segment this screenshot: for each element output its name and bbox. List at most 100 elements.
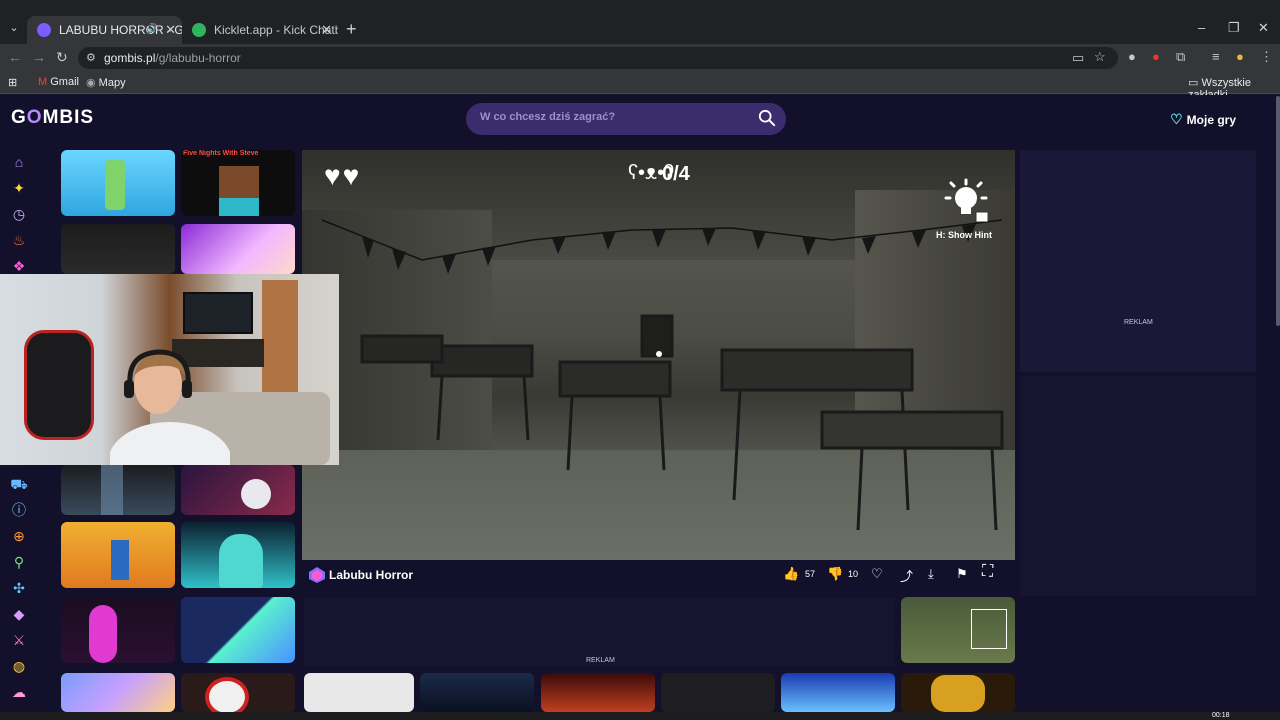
game-thumbnail[interactable] (541, 673, 655, 712)
site-header: GOMBIS ♡Moje gry (0, 95, 1280, 141)
url-path: /g/labubu-horror (155, 51, 241, 65)
category-sword-icon[interactable]: ⚔ (10, 631, 28, 649)
tab-labubu-horror[interactable]: LABUBU HORROR - Graj w 🔊 ✕ (27, 16, 182, 44)
heart-life-icon: ♥ (324, 160, 343, 191)
download-icon[interactable]: ⤓ (928, 566, 934, 582)
thumbnail-art (111, 540, 129, 580)
thumbnail-art (219, 198, 259, 216)
game-thumbnail[interactable] (61, 522, 175, 588)
lightbulb-hint-icon[interactable] (944, 178, 988, 222)
search-input[interactable] (480, 111, 740, 123)
bookmark-star-icon[interactable]: ☆ (1094, 49, 1106, 65)
close-window-icon[interactable]: ✕ (1258, 20, 1269, 36)
site-info-icon[interactable]: ⚙ (86, 51, 96, 64)
game-thumbnail[interactable]: Five Nights With Steve (181, 150, 295, 216)
my-games-link[interactable]: ♡ Moje gry (1170, 111, 1236, 128)
game-canvas[interactable]: ♥♥ ʕ•ᴥ•ʔ 0/4 H: Show Hint (302, 150, 1015, 560)
minimize-icon[interactable]: – (1198, 20, 1205, 35)
menu-kebab-icon[interactable]: ⋮ (1260, 49, 1273, 65)
bookmark-label: Mapy (98, 77, 126, 89)
search-icon[interactable] (758, 109, 776, 127)
close-tab-icon[interactable]: ✕ (321, 16, 332, 44)
popular-flame-icon[interactable]: ♨ (10, 231, 28, 249)
webcam-gaming-chair (24, 330, 94, 440)
gombis-logo[interactable]: GOMBIS (11, 107, 94, 129)
fullscreen-icon[interactable]: ⛶ (982, 563, 993, 581)
category-gem-icon[interactable]: ◆ (10, 605, 28, 623)
webcam-door (262, 280, 298, 400)
tab-search-chevron-icon[interactable]: ⌄ (6, 20, 22, 36)
category-more-icon[interactable]: ☁ (10, 683, 28, 701)
forward-icon[interactable]: → (32, 49, 46, 65)
bookmark-gmail[interactable]: M Gmail (38, 76, 79, 88)
bookmark-mapy[interactable]: ◉ Mapy (86, 76, 126, 89)
category-puzzle-icon[interactable]: ✣ (10, 579, 28, 597)
category-bike-icon[interactable]: ⚲ (10, 553, 28, 571)
extension-icon[interactable]: ● (1128, 49, 1136, 64)
favorite-heart-icon[interactable]: ♡ (871, 566, 883, 582)
game-thumbnail[interactable] (181, 673, 295, 712)
cast-icon[interactable]: ▭ (1072, 50, 1084, 66)
game-thumbnail[interactable] (901, 597, 1015, 663)
ad-label: REKLAM (586, 657, 615, 664)
thumbnail-art (105, 160, 125, 210)
game-thumbnail[interactable] (181, 597, 295, 663)
thumbnail-art (205, 677, 249, 712)
collectible-counter: 0/4 (662, 163, 690, 185)
thumbnail-art (89, 605, 117, 663)
game-thumbnail[interactable] (181, 465, 295, 515)
ad-label: REKLAM (1124, 319, 1153, 326)
logo-prefix: G (11, 107, 27, 128)
ad-slot-middle: REKLAM (304, 598, 894, 666)
extension-red-icon[interactable]: ● (1152, 49, 1160, 64)
share-icon[interactable]: ⤴ (900, 566, 913, 585)
recent-clock-icon[interactable]: ◷ (10, 205, 28, 223)
home-icon[interactable]: ⌂ (10, 153, 28, 171)
back-icon[interactable]: ← (8, 49, 22, 65)
game-thumbnail[interactable] (181, 224, 295, 274)
category-shooting-icon[interactable]: ⊕ (10, 527, 28, 545)
category-io-icon[interactable]: ⓘ (10, 501, 28, 519)
game-thumbnail[interactable] (61, 465, 175, 515)
new-tab-icon[interactable]: + (346, 19, 357, 40)
game-thumbnail[interactable] (61, 150, 175, 216)
category-sport-icon[interactable]: ◍ (10, 657, 28, 675)
tab-kicklet[interactable]: Kicklet.app - Kick Chatbot and ✕ (182, 16, 338, 44)
game-thumbnail[interactable] (420, 673, 534, 712)
game-thumbnail[interactable] (661, 673, 775, 712)
new-games-sparkle-icon[interactable]: ✦ (10, 179, 28, 197)
address-bar[interactable]: ⚙ gombis.pl/g/labubu-horror ▭ ☆ (78, 47, 1118, 69)
game-thumbnail[interactable] (304, 673, 414, 712)
profile-avatar-icon[interactable]: ● (1236, 49, 1244, 64)
taskbar-clock: 00:18 (1212, 712, 1230, 719)
thumbnail-art (931, 675, 985, 712)
game-thumbnail[interactable] (61, 597, 175, 663)
report-flag-icon[interactable]: ⚑ (956, 566, 968, 582)
game-title: Labubu Horror (329, 568, 413, 582)
close-tab-icon[interactable]: ✕ (165, 16, 176, 44)
like-count: 57 (805, 569, 816, 579)
category-icon[interactable]: ❖ (10, 257, 28, 275)
url-text: gombis.pl/g/labubu-horror (104, 51, 241, 65)
thumbs-down-icon[interactable]: 👎 (827, 566, 843, 582)
ad-slot-right-lower (1020, 376, 1256, 596)
page-scrollbar[interactable] (1276, 96, 1280, 326)
extensions-puzzle-icon[interactable]: ⧉ (1176, 49, 1185, 65)
heart-life-icon: ♥ (342, 160, 362, 191)
bookmark-label: Gmail (50, 76, 79, 88)
browser-toolbar: ← → ↻ ⚙ gombis.pl/g/labubu-horror ▭ ☆ ● … (0, 44, 1280, 72)
reload-icon[interactable]: ↻ (56, 49, 68, 66)
game-thumbnail[interactable] (781, 673, 895, 712)
apps-grid-icon[interactable]: ⊞ (8, 76, 17, 89)
game-thumbnail[interactable] (61, 673, 175, 712)
tab-title: Kicklet.app - Kick Chatbot and (214, 23, 338, 37)
category-vehicle-icon[interactable]: ⛟ (10, 475, 28, 493)
restore-icon[interactable]: ❐ (1228, 20, 1240, 36)
thumbs-up-icon[interactable]: 👍 (783, 566, 799, 582)
game-thumbnail[interactable] (181, 522, 295, 588)
lives-hearts: ♥♥ (324, 160, 361, 192)
game-thumbnail[interactable] (901, 673, 1015, 712)
media-control-icon[interactable]: ≡ (1212, 49, 1220, 64)
game-thumbnail[interactable] (61, 224, 175, 274)
audio-playing-icon[interactable]: 🔊 (146, 16, 158, 44)
